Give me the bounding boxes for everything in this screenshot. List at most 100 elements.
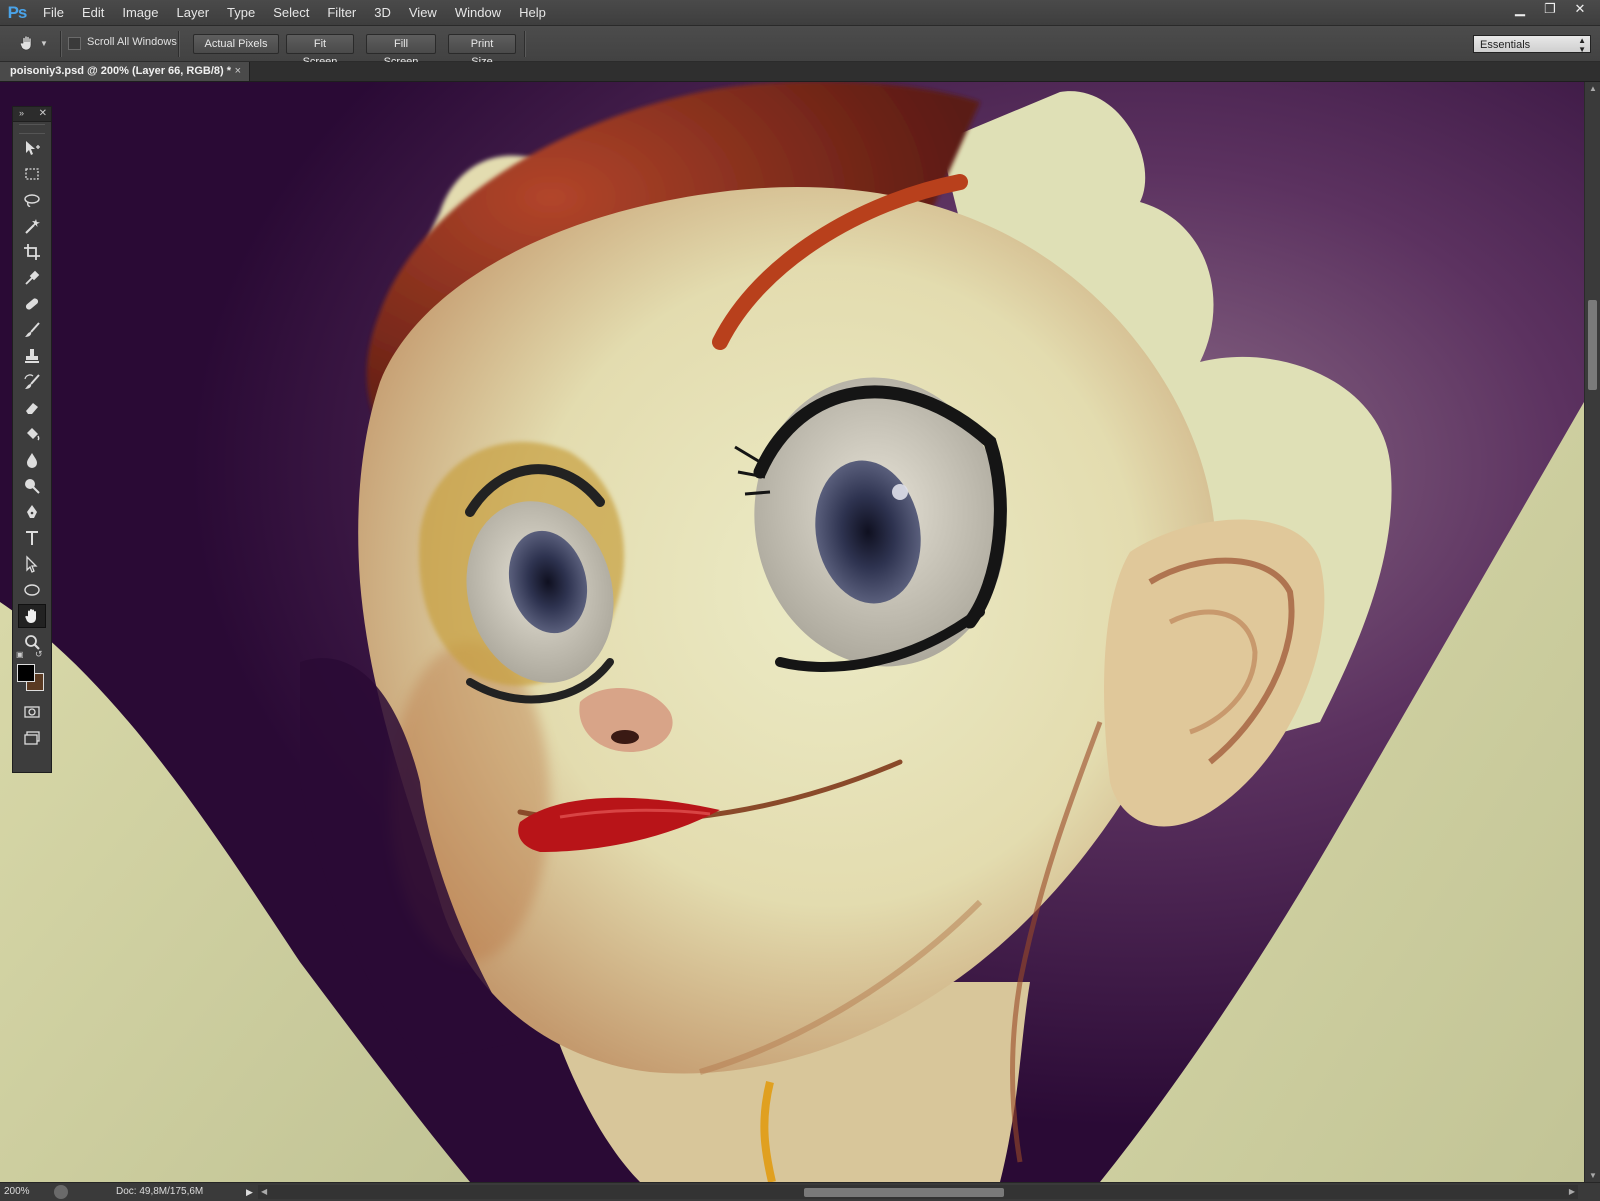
options-separator: [178, 31, 180, 57]
magic-wand-tool[interactable]: [18, 214, 46, 238]
menu-edit[interactable]: Edit: [73, 0, 113, 25]
updown-icon: ▲ ▼: [1578, 36, 1586, 54]
close-panel-icon[interactable]: ✕: [39, 107, 47, 120]
workspace-label: Essentials: [1480, 39, 1531, 51]
hand-icon: [25, 609, 36, 623]
options-separator: [524, 31, 526, 57]
menu-help[interactable]: Help: [510, 0, 555, 25]
options-separator: [60, 31, 62, 57]
menu-window[interactable]: Window: [446, 0, 510, 25]
eraser-tool[interactable]: [18, 396, 46, 420]
close-icon[interactable]: ✕: [1566, 0, 1594, 18]
screen-mode-icon: [24, 731, 40, 745]
type-icon: [26, 531, 38, 545]
menu-select[interactable]: Select: [264, 0, 318, 25]
workspace-switcher[interactable]: Essentials ▲ ▼: [1473, 35, 1591, 54]
crop-tool[interactable]: [18, 240, 46, 264]
blur-tool[interactable]: [18, 448, 46, 472]
rectangular-marquee-tool[interactable]: [18, 162, 46, 186]
collapse-icon[interactable]: »: [19, 107, 24, 120]
status-bar: 200% Doc: 49,8M/175,6M ▶ ◀ ▶: [0, 1182, 1600, 1201]
tools-panel: » ✕ ▣ ↺: [12, 106, 52, 773]
ellipse-icon: [24, 584, 40, 596]
stamp-icon: [25, 349, 39, 363]
actual-pixels-button[interactable]: Actual Pixels: [193, 34, 279, 54]
eyedropper-icon: [25, 270, 40, 285]
menu-filter[interactable]: Filter: [318, 0, 365, 25]
ellipse-tool[interactable]: [18, 578, 46, 602]
dodge-tool[interactable]: [18, 474, 46, 498]
type-tool[interactable]: [18, 526, 46, 550]
lasso-tool[interactable]: [18, 188, 46, 212]
vertical-scrollbar[interactable]: ▲ ▼: [1584, 82, 1600, 1182]
photoshop-logo[interactable]: Ps: [0, 0, 34, 25]
window-controls: ▁ ❐ ✕: [1504, 0, 1594, 20]
menu-type[interactable]: Type: [218, 0, 264, 25]
document-canvas[interactable]: [0, 82, 1584, 1182]
menu-bar: Ps File Edit Image Layer Type Select Fil…: [0, 0, 1600, 26]
quick-mask-icon: [24, 706, 40, 718]
scroll-left-icon[interactable]: ◀: [261, 1185, 267, 1199]
foreground-color-swatch[interactable]: [17, 664, 35, 682]
tool-preset-picker[interactable]: ▼: [18, 33, 52, 53]
print-size-button[interactable]: Print Size: [448, 34, 516, 68]
document-tab-bar: poisoniy3.psd @ 200% (Layer 66, RGB/8) *…: [0, 62, 1600, 82]
crop-icon: [24, 244, 40, 260]
hand-tool[interactable]: [18, 604, 46, 628]
scroll-right-icon[interactable]: ▶: [1569, 1185, 1575, 1199]
pen-icon: [27, 505, 37, 518]
dodge-icon: [25, 479, 40, 494]
healing-brush-tool[interactable]: [18, 292, 46, 316]
horizontal-scroll-thumb[interactable]: [804, 1188, 1004, 1197]
document-tab[interactable]: poisoniy3.psd @ 200% (Layer 66, RGB/8) *…: [0, 62, 250, 81]
menu-3d[interactable]: 3D: [365, 0, 400, 25]
color-swatches: ▣ ↺: [13, 649, 51, 698]
menu-image[interactable]: Image: [113, 0, 167, 25]
arrow-icon: [26, 555, 38, 573]
path-selection-tool[interactable]: [18, 552, 46, 576]
status-menu-arrow-icon[interactable]: ▶: [246, 1185, 256, 1199]
eyedropper-tool[interactable]: [18, 266, 46, 290]
quick-mask-button[interactable]: [18, 700, 46, 724]
close-tab-icon[interactable]: ×: [235, 62, 241, 81]
fit-screen-button[interactable]: Fit Screen: [286, 34, 354, 68]
menu-layer[interactable]: Layer: [168, 0, 219, 25]
blur-icon: [27, 453, 37, 468]
chevron-down-icon: ▼: [40, 38, 48, 48]
scroll-up-icon[interactable]: ▲: [1589, 84, 1597, 93]
scroll-down-icon[interactable]: ▼: [1589, 1171, 1597, 1180]
zoom-level-field[interactable]: 200%: [4, 1185, 48, 1199]
screen-mode-button[interactable]: [18, 726, 46, 750]
eraser-icon: [26, 403, 38, 414]
fill-screen-button[interactable]: Fill Screen: [366, 34, 436, 68]
horizontal-scrollbar[interactable]: ◀ ▶: [258, 1185, 1578, 1199]
pen-tool[interactable]: [18, 500, 46, 524]
menu-file[interactable]: File: [34, 0, 73, 25]
history-brush-tool[interactable]: [18, 370, 46, 394]
menu-view[interactable]: View: [400, 0, 446, 25]
history-brush-icon: [24, 374, 40, 389]
brush-icon: [25, 322, 40, 337]
scroll-all-windows-label: Scroll All Windows: [87, 36, 177, 48]
restore-icon[interactable]: ❐: [1536, 0, 1564, 18]
move-icon: [26, 141, 40, 155]
document-tab-title: poisoniy3.psd @ 200% (Layer 66, RGB/8) *: [10, 65, 232, 77]
panel-grip[interactable]: [19, 124, 45, 134]
bandage-icon: [25, 298, 39, 310]
magic-wand-icon: [25, 219, 40, 234]
options-bar: ▼ Scroll All Windows Actual Pixels Fit S…: [0, 26, 1600, 68]
paint-bucket-tool[interactable]: [18, 422, 46, 446]
artwork: [0, 82, 1584, 1182]
tools-panel-header[interactable]: » ✕: [13, 107, 51, 122]
default-colors-icon[interactable]: ▣: [16, 650, 24, 659]
brush-tool[interactable]: [18, 318, 46, 342]
lasso-icon: [24, 194, 40, 207]
vertical-scroll-thumb[interactable]: [1588, 300, 1597, 390]
scroll-all-windows-checkbox[interactable]: [68, 37, 81, 50]
status-info-icon[interactable]: [54, 1185, 68, 1199]
bucket-icon: [27, 428, 40, 441]
swap-colors-icon[interactable]: ↺: [35, 649, 43, 660]
move-tool[interactable]: [18, 136, 46, 160]
minimize-icon[interactable]: ▁: [1506, 0, 1534, 18]
clone-stamp-tool[interactable]: [18, 344, 46, 368]
